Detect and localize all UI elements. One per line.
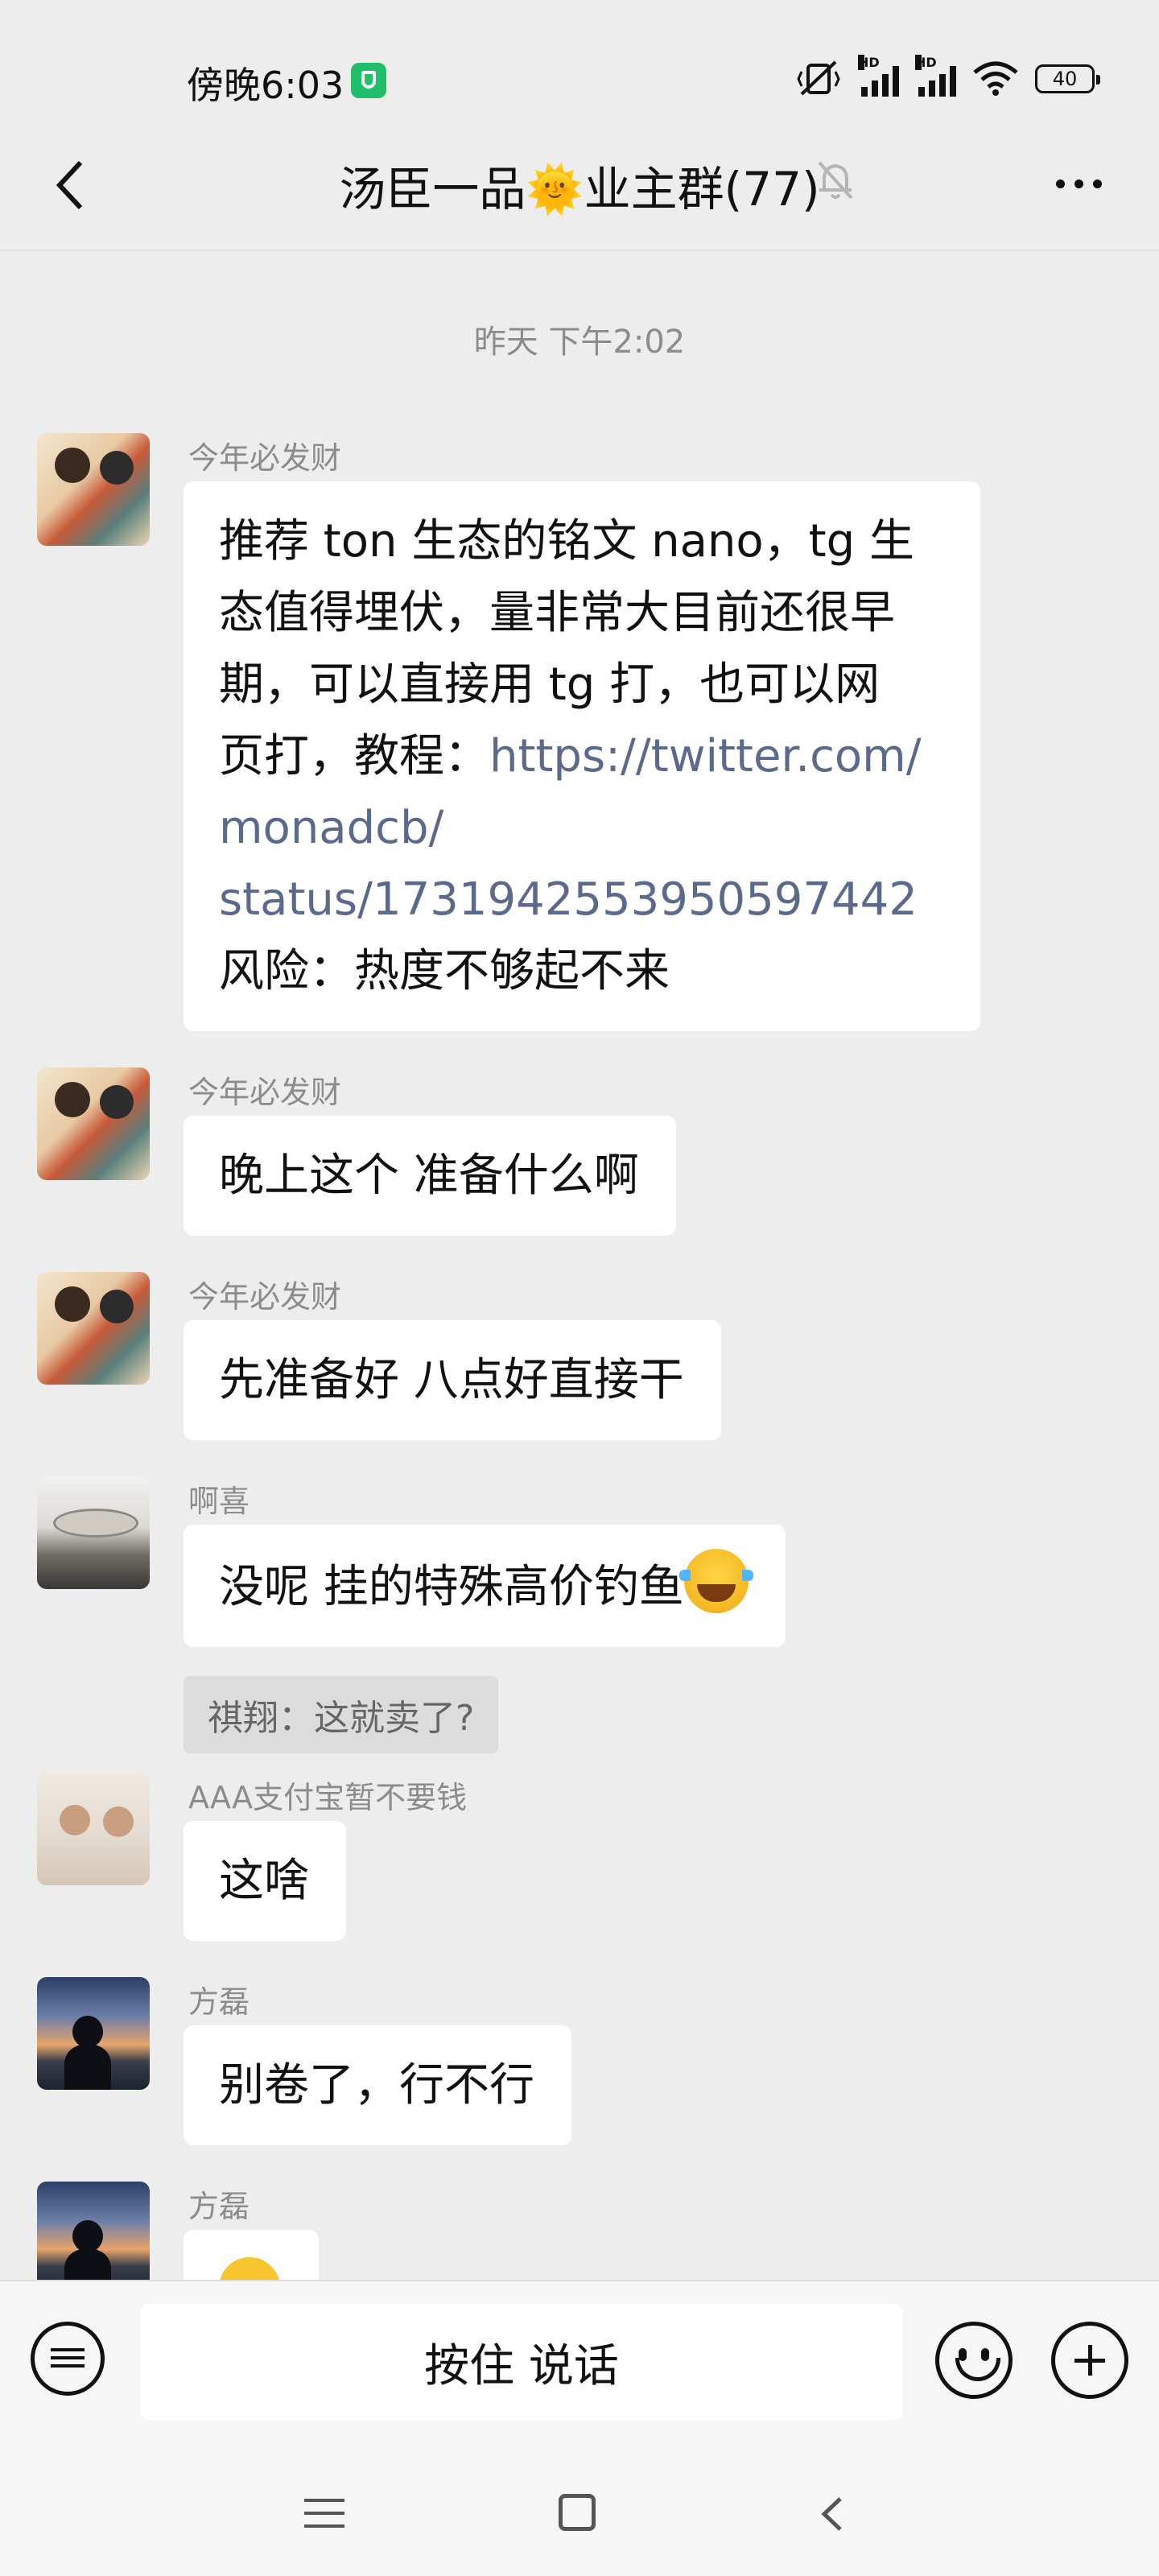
battery-level: 40	[1052, 68, 1078, 90]
message-text: 页打，教程：	[219, 730, 489, 782]
message-text: 别卷了，行不行	[219, 2059, 534, 2112]
vibrate-off-icon	[797, 60, 840, 96]
message-text: 没呢 挂的特殊高价钓鱼	[219, 1561, 684, 1613]
message-text: 这啥	[219, 1855, 309, 1907]
status-bar: 傍晚6:03 HD HD 40	[0, 0, 1159, 129]
sender-name: 今年必发财	[188, 1279, 342, 1315]
message-bubble[interactable]: 推荐 ton 生态的铭文 nano，tg 生 态值得埋伏，量非常大目前还很早 期…	[184, 481, 980, 1031]
message-bubble[interactable]: 这啥	[184, 1821, 346, 1941]
laughing-tears-emoji-icon	[678, 1549, 753, 1613]
message-bubble[interactable]	[184, 2230, 319, 2280]
input-bar: 按住 说话	[0, 2280, 1159, 2449]
message-text: 晚上这个 准备什么啊	[219, 1150, 639, 1202]
signal-hd-label-2: HD	[915, 55, 937, 70]
message-line: 页打，教程：https://twitter.com/	[219, 720, 943, 792]
chat-title[interactable]: 汤臣一品🌞业主群(77)	[0, 151, 1159, 219]
message-line: 推荐 ton 生态的铭文 nano，tg 生	[219, 515, 914, 568]
message-bubble[interactable]: 晚上这个 准备什么啊	[184, 1116, 676, 1236]
status-icons: HD HD 40	[797, 55, 1100, 103]
sender-name: 方磊	[188, 1984, 250, 2020]
message-bubble[interactable]: 别卷了，行不行	[184, 2025, 571, 2145]
avatar[interactable]	[37, 1067, 150, 1180]
home-square-icon[interactable]	[559, 2494, 596, 2531]
shield-icon	[351, 63, 386, 98]
menu-icon[interactable]	[304, 2496, 344, 2528]
avatar[interactable]	[37, 1272, 150, 1385]
signal-icon: HD	[858, 55, 899, 97]
message-line: 期，可以直接用 tg 打，也可以网	[219, 658, 881, 711]
message-link[interactable]: status/1731942553950597442	[219, 864, 943, 935]
system-navigation-bar	[0, 2447, 1159, 2576]
battery-icon: 40	[1035, 64, 1100, 93]
sender-name: 啊喜	[188, 1484, 250, 1519]
signal-hd-label: HD	[858, 55, 880, 70]
message-link[interactable]: https://twitter.com/	[489, 730, 922, 782]
more-dots-icon[interactable]	[1046, 167, 1111, 200]
message-bubble[interactable]: 没呢 挂的特殊高价钓鱼	[184, 1525, 786, 1647]
bell-off-icon	[818, 161, 853, 200]
sender-name: 今年必发财	[188, 440, 342, 476]
hold-to-talk-button[interactable]: 按住 说话	[140, 2304, 903, 2420]
avatar[interactable]	[37, 1773, 150, 1885]
chat-header: 汤臣一品🌞业主群(77)	[0, 129, 1159, 251]
avatar[interactable]	[37, 1977, 150, 2090]
message-link[interactable]: monadcb/	[219, 792, 943, 864]
status-time: 傍晚6:03	[187, 64, 344, 107]
smiley-icon[interactable]	[935, 2322, 1013, 2399]
back-triangle-icon[interactable]	[813, 2494, 853, 2534]
sender-name: 今年必发财	[188, 1075, 342, 1110]
avatar[interactable]	[37, 433, 150, 546]
signal-icon-2: HD	[915, 55, 956, 97]
sender-name: 方磊	[188, 2189, 250, 2224]
avatar[interactable]	[37, 1476, 150, 1589]
chat-area[interactable]: 昨天 下午2:02 今年必发财 推荐 ton 生态的铭文 nano，tg 生 态…	[0, 251, 1159, 2280]
quoted-reply[interactable]: 祺翔：这就卖了?	[184, 1676, 499, 1753]
message-line: 风险：热度不够起不来	[219, 945, 670, 997]
message-text: 先准备好 八点好直接干	[219, 1354, 684, 1406]
message-bubble[interactable]: 先准备好 八点好直接干	[184, 1320, 721, 1440]
sender-name: AAA支付宝暂不要钱	[188, 1780, 468, 1815]
wifi-icon	[973, 61, 1018, 96]
chat-timestamp: 昨天 下午2:02	[473, 324, 686, 361]
avatar[interactable]	[37, 2182, 150, 2280]
plus-circle-icon[interactable]	[1051, 2322, 1128, 2399]
message-line: 态值得埋伏，量非常大目前还很早	[219, 587, 895, 639]
emoji-icon	[219, 2257, 280, 2280]
keyboard-icon[interactable]	[31, 2322, 105, 2396]
